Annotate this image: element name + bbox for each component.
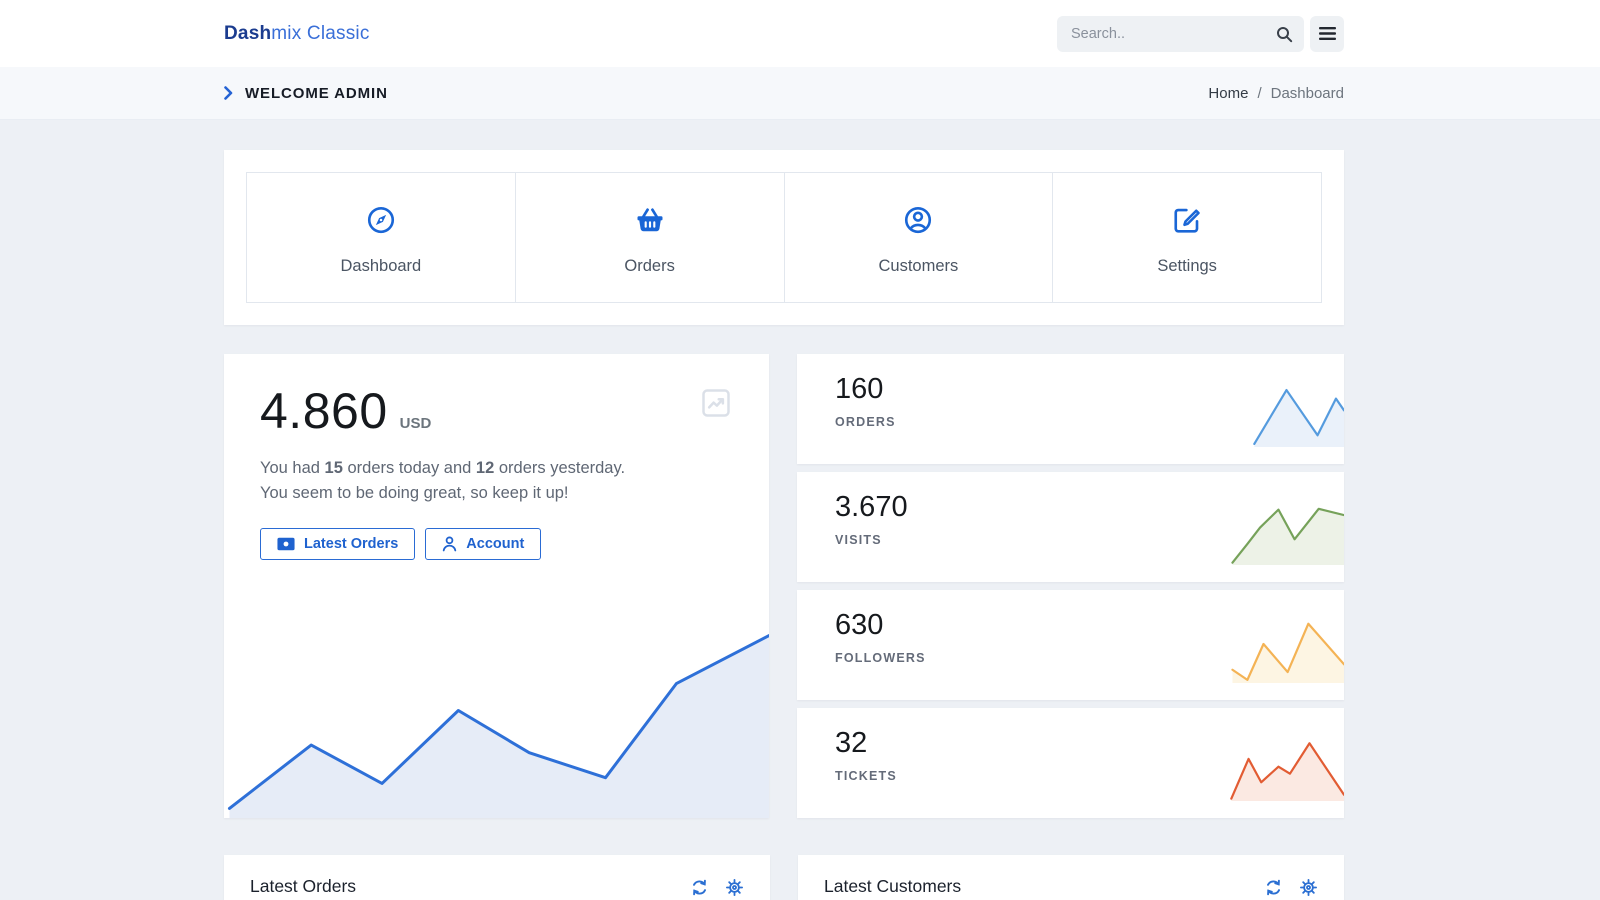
- refresh-icon: [1264, 878, 1283, 897]
- stat-card-followers[interactable]: 630 FOLLOWERS: [797, 590, 1344, 700]
- visits-sparkline-chart: [1229, 487, 1344, 565]
- tile-label: Settings: [1053, 257, 1321, 276]
- brand-bold: Dash: [224, 23, 271, 44]
- refresh-icon: [690, 878, 709, 897]
- search-icon: [1276, 26, 1293, 43]
- panel-title: Latest Customers: [824, 876, 961, 897]
- quick-nav-card: Dashboard Orders: [224, 150, 1344, 325]
- tile-orders[interactable]: Orders: [515, 173, 784, 302]
- breadcrumb-current: Dashboard: [1271, 85, 1344, 102]
- orders-yesterday-count: 12: [476, 459, 494, 477]
- page-title: WELCOME ADMIN: [245, 85, 388, 102]
- hamburger-icon: [1319, 27, 1336, 40]
- tile-label: Customers: [785, 257, 1053, 276]
- chevron-right-icon: [224, 86, 233, 100]
- earnings-card: 4.860 USD You had 15 orders today and 12…: [224, 354, 769, 818]
- person-icon: [442, 536, 457, 552]
- stat-card-orders[interactable]: 160 ORDERS: [797, 354, 1344, 464]
- breadcrumb-home-link[interactable]: Home: [1208, 85, 1248, 102]
- compass-icon: [247, 203, 515, 237]
- pencil-square-icon: [1053, 203, 1321, 237]
- account-button[interactable]: Account: [425, 528, 541, 560]
- orders-today-count: 15: [325, 459, 343, 477]
- top-header: Dashmix Classic: [0, 0, 1600, 67]
- settings-button[interactable]: [725, 878, 744, 897]
- tile-settings[interactable]: Settings: [1052, 173, 1321, 302]
- gear-icon: [725, 878, 744, 897]
- stat-card-tickets[interactable]: 32 TICKETS: [797, 708, 1344, 818]
- tile-label: Dashboard: [247, 257, 515, 276]
- tile-customers[interactable]: Customers: [784, 173, 1053, 302]
- search-button[interactable]: [1272, 23, 1296, 47]
- stats-column: 160 ORDERS 3.670 VISITS 630 FOLLOWERS 32…: [797, 354, 1344, 818]
- breadcrumb-separator: /: [1257, 85, 1261, 102]
- latest-customers-panel: Latest Customers: [798, 855, 1344, 900]
- brand-logo[interactable]: Dashmix Classic: [224, 23, 370, 45]
- settings-button[interactable]: [1299, 878, 1318, 897]
- stat-card-visits[interactable]: 3.670 VISITS: [797, 472, 1344, 582]
- search-box: [1057, 16, 1304, 52]
- gear-icon: [1299, 878, 1318, 897]
- main-content: Dashboard Orders: [224, 150, 1344, 900]
- brand-rest: mix Classic: [271, 23, 369, 44]
- tile-dashboard[interactable]: Dashboard: [247, 173, 515, 302]
- latest-orders-panel: Latest Orders: [224, 855, 770, 900]
- person-circle-icon: [785, 203, 1053, 237]
- tile-label: Orders: [516, 257, 784, 276]
- basket-icon: [516, 203, 784, 237]
- cash-icon: [277, 537, 295, 551]
- earnings-amount: 4.860: [260, 382, 388, 440]
- refresh-button[interactable]: [690, 878, 709, 897]
- breadcrumb: Home / Dashboard: [1208, 85, 1344, 102]
- followers-sparkline-chart: [1229, 605, 1344, 683]
- search-input[interactable]: [1057, 16, 1304, 52]
- earnings-message: You had 15 orders today and 12 orders ye…: [260, 456, 632, 506]
- earnings-currency: USD: [400, 415, 432, 432]
- menu-toggle-button[interactable]: [1310, 16, 1344, 52]
- orders-sparkline-chart: [1229, 369, 1344, 447]
- panel-title: Latest Orders: [250, 876, 356, 897]
- latest-orders-button[interactable]: Latest Orders: [260, 528, 415, 560]
- tickets-sparkline-chart: [1229, 723, 1344, 801]
- refresh-button[interactable]: [1264, 878, 1283, 897]
- page-header-bar: WELCOME ADMIN Home / Dashboard: [0, 67, 1600, 120]
- earnings-area-chart: [224, 626, 769, 818]
